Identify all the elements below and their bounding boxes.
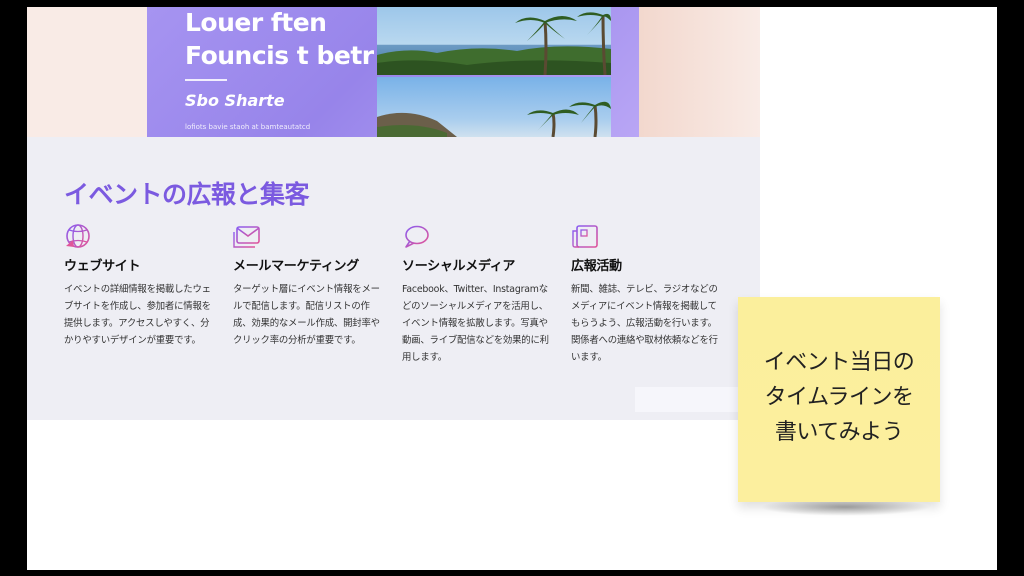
feature-website: ウェブサイト イベントの詳細情報を掲載したウェブサイトを作成し、参加者に情報を提… bbox=[64, 223, 214, 349]
sticky-note-text: イベント当日の タイムラインを 書いてみよう bbox=[763, 350, 915, 445]
poster-title-line1: Louer ften bbox=[185, 8, 327, 37]
feature-social-media: ソーシャルメディア Facebook、Twitter、Instagramなどのソ… bbox=[402, 223, 552, 366]
hero-shadow bbox=[639, 7, 760, 137]
feature-title: ウェブサイト bbox=[64, 259, 141, 274]
globe-icon bbox=[64, 223, 92, 251]
hero-banner: Louer ften Founcis t betr Sbo Sharte lof… bbox=[27, 7, 760, 137]
feature-title: ソーシャルメディア bbox=[402, 259, 516, 274]
poster-subtitle: Sbo Sharte bbox=[185, 91, 285, 110]
poster-divider bbox=[185, 79, 227, 81]
poster-title-line2: Founcis t betr bbox=[185, 41, 374, 70]
chat-bubble-icon bbox=[402, 223, 430, 251]
feature-description: 新聞、雑誌、テレビ、ラジオなどのメディアにイベント情報を掲載してもらうよう、広報… bbox=[571, 283, 718, 363]
feature-description: Facebook、Twitter、Instagramなどのソーシャルメディアを活… bbox=[402, 283, 549, 363]
promotion-section: イベントの広報と集客 ウェブサイト イベントの詳細情報を掲載したウェブサイトを作… bbox=[27, 137, 760, 420]
feature-description: イベントの詳細情報を掲載したウェブサイトを作成し、参加者に情報を提供します。アク… bbox=[64, 283, 211, 346]
poster-caption: lofiots bavie staoh at bamteautatcd bbox=[185, 123, 311, 131]
feature-title: 広報活動 bbox=[571, 259, 622, 274]
palm-coast-photo-top bbox=[377, 7, 611, 75]
mail-icon bbox=[233, 223, 261, 251]
feature-title: メールマーケティング bbox=[233, 259, 359, 274]
event-poster: Louer ften Founcis t betr Sbo Sharte lof… bbox=[147, 7, 639, 137]
palm-coast-photo-bottom bbox=[377, 77, 611, 137]
feature-description: ターゲット層にイベント情報をメールで配信します。配信リストの作成、効果的なメール… bbox=[233, 283, 380, 346]
feature-public-relations: 広報活動 新聞、雑誌、テレビ、ラジオなどのメディアにイベント情報を掲載してもらう… bbox=[571, 223, 721, 366]
feature-email-marketing: メールマーケティング ターゲット層にイベント情報をメールで配信します。配信リスト… bbox=[233, 223, 383, 349]
section-title: イベントの広報と集客 bbox=[64, 180, 310, 209]
newspaper-icon bbox=[571, 223, 599, 251]
sticky-note[interactable]: イベント当日の タイムラインを 書いてみよう bbox=[738, 297, 940, 502]
